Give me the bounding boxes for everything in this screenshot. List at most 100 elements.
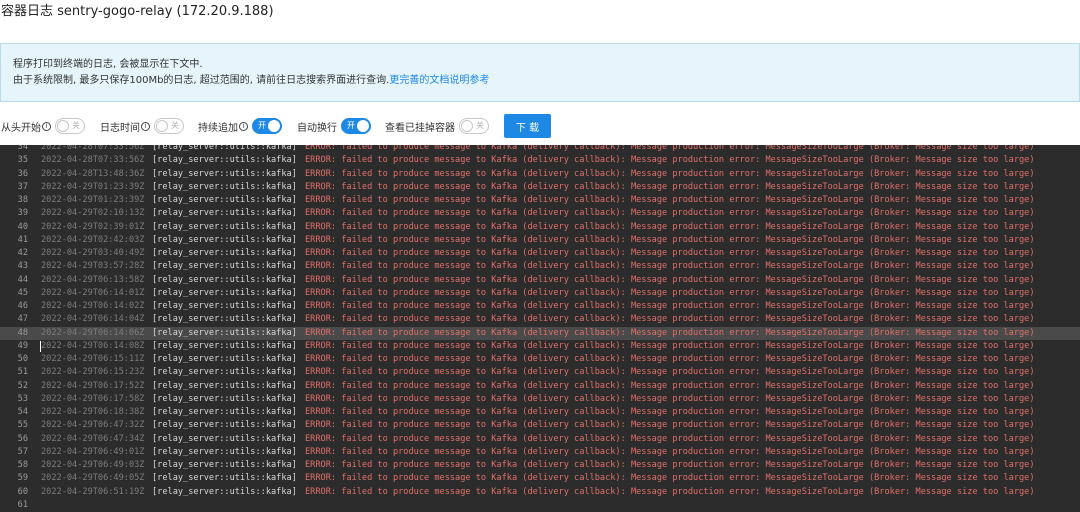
log-message: ERROR: failed to produce message to Kafk… xyxy=(305,433,1035,444)
wrap-toggle[interactable]: 开 xyxy=(341,118,371,134)
log-timestamp: 2022-04-29T06:17:58Z xyxy=(41,393,145,404)
log-line: 59 2022-04-29T06:49:05Z [relay_server::uti… xyxy=(0,472,1080,485)
log-line: 39 2022-04-29T02:10:13Z [relay_server::uti… xyxy=(0,207,1080,220)
line-number: 42 xyxy=(17,248,28,258)
toggle-state-text: 关 xyxy=(171,121,179,130)
from-start-label: 从头开始 xyxy=(1,122,41,134)
log-line: 58 2022-04-29T06:49:03Z [relay_server::uti… xyxy=(0,459,1080,472)
line-number: 40 xyxy=(17,221,28,232)
log-message: ERROR: failed to produce message to Kafk… xyxy=(305,261,1035,272)
log-timestamp: 2022-04-29T06:14:01Z xyxy=(41,287,145,298)
log-timestamp: 2022-04-29T01:23:39Z xyxy=(41,195,145,205)
log-module: [relay_server::utils::kafka] xyxy=(152,473,297,484)
log-timestamp: 2022-04-29T06:51:19Z xyxy=(41,486,145,497)
log-line: 55 2022-04-29T06:47:32Z [relay_server::uti… xyxy=(0,419,1080,432)
log-line: 47 2022-04-29T06:14:04Z [relay_server::uti… xyxy=(0,313,1080,326)
line-number: 47 xyxy=(17,314,28,325)
log-timestamp: 2022-04-28T13:48:36Z xyxy=(41,168,145,179)
log-message: ERROR: failed to produce message to Kafk… xyxy=(305,181,1035,192)
log-line: 34 2022-04-28T07:33:56Z [relay_server::uti… xyxy=(0,145,1080,154)
wrap-label: 自动换行 xyxy=(297,122,337,134)
line-number: 52 xyxy=(17,380,28,391)
toggle-knob xyxy=(357,120,369,132)
toolbar: 从头开始 i 关 日志时间 i 关 持续追加 i 开 自动换行 开 查看已挂掉容… xyxy=(0,114,1080,138)
log-message: ERROR: failed to produce message to Kafk… xyxy=(305,380,1035,391)
log-message: ERROR: failed to produce message to Kafk… xyxy=(305,393,1035,404)
log-panel[interactable]: 34 2022-04-28T07:33:56Z [relay_server::uti… xyxy=(0,145,1080,512)
log-message: ERROR: failed to produce message to Kafk… xyxy=(305,221,1035,232)
log-module: [relay_server::utils::kafka] xyxy=(152,155,297,166)
log-line: 53 2022-04-29T06:17:58Z [relay_server::uti… xyxy=(0,393,1080,406)
log-timestamp: 2022-04-29T06:49:01Z xyxy=(41,446,145,457)
log-timestamp: 2022-04-29T06:14:06Z xyxy=(41,327,145,338)
log-message: ERROR: failed to produce message to Kafk… xyxy=(305,145,1035,152)
log-message: ERROR: failed to produce message to Kafk… xyxy=(305,234,1035,245)
notice-banner: 程序打印到终端的日志, 会被显示在下文中. 由于系统限制, 最多只保存100Mb… xyxy=(0,43,1080,102)
log-message: ERROR: failed to produce message to Kafk… xyxy=(305,327,1035,338)
log-module: [relay_server::utils::kafka] xyxy=(152,327,297,338)
log-line: 60 2022-04-29T06:51:19Z [relay_server::uti… xyxy=(0,486,1080,499)
toggle-knob xyxy=(156,120,168,132)
log-module: [relay_server::utils::kafka] xyxy=(152,301,297,311)
log-message: ERROR: failed to produce message to Kafk… xyxy=(305,486,1035,497)
log-module: [relay_server::utils::kafka] xyxy=(152,181,297,192)
log-module: [relay_server::utils::kafka] xyxy=(152,145,297,152)
log-module: [relay_server::utils::kafka] xyxy=(152,367,297,378)
log-message: ERROR: failed to produce message to Kafk… xyxy=(305,301,1035,311)
line-number: 34 xyxy=(17,145,28,152)
log-timestamp: 2022-04-29T06:15:23Z xyxy=(41,367,145,378)
log-module: [relay_server::utils::kafka] xyxy=(152,168,297,179)
log-module: [relay_server::utils::kafka] xyxy=(152,274,297,285)
log-message: ERROR: failed to produce message to Kafk… xyxy=(305,407,1035,417)
log-message: ERROR: failed to produce message to Kafk… xyxy=(305,168,1035,179)
log-module: [relay_server::utils::kafka] xyxy=(152,460,297,470)
log-module: [relay_server::utils::kafka] xyxy=(152,407,297,417)
log-timestamp: 2022-04-29T06:14:08Z xyxy=(41,340,145,351)
log-module: [relay_server::utils::kafka] xyxy=(152,446,297,457)
wrap-control: 自动换行 开 xyxy=(297,114,371,138)
log-time-control: 日志时间 i 关 xyxy=(100,114,184,138)
log-module: [relay_server::utils::kafka] xyxy=(152,208,297,219)
line-number: 35 xyxy=(17,155,28,166)
log-line: 54 2022-04-29T06:18:38Z [relay_server::uti… xyxy=(0,406,1080,419)
line-number: 55 xyxy=(17,420,28,431)
log-timestamp: 2022-04-29T06:14:04Z xyxy=(41,314,145,325)
log-timestamp: 2022-04-29T06:49:05Z xyxy=(41,473,145,484)
line-number: 49 xyxy=(17,340,28,351)
log-line: 52 2022-04-29T06:17:52Z [relay_server::uti… xyxy=(0,380,1080,393)
toggle-state-text: 开 xyxy=(347,121,355,130)
info-icon[interactable]: i xyxy=(239,121,248,131)
line-number: 44 xyxy=(17,274,28,285)
log-message: ERROR: failed to produce message to Kafk… xyxy=(305,367,1035,378)
log-timestamp: 2022-04-29T06:13:58Z xyxy=(41,274,145,285)
toggle-knob xyxy=(268,120,280,132)
info-icon[interactable]: i xyxy=(141,121,150,131)
line-number: 57 xyxy=(17,446,28,457)
line-number: 46 xyxy=(17,301,28,311)
follow-toggle[interactable]: 开 xyxy=(252,118,282,134)
view-dead-toggle[interactable]: 关 xyxy=(459,118,489,134)
log-line: 61 xyxy=(0,499,1080,512)
line-number: 56 xyxy=(17,433,28,444)
from-start-toggle[interactable]: 关 xyxy=(55,118,85,134)
log-message: ERROR: failed to produce message to Kafk… xyxy=(305,248,1035,258)
log-line: 51 2022-04-29T06:15:23Z [relay_server::uti… xyxy=(0,366,1080,379)
info-icon[interactable]: i xyxy=(42,121,51,131)
log-timestamp: 2022-04-29T03:40:49Z xyxy=(41,248,145,258)
toggle-state-text: 开 xyxy=(258,121,266,130)
download-button[interactable]: 下 载 xyxy=(504,114,551,138)
log-line: 38 2022-04-29T01:23:39Z [relay_server::uti… xyxy=(0,194,1080,207)
log-time-toggle[interactable]: 关 xyxy=(154,118,184,134)
log-module: [relay_server::utils::kafka] xyxy=(152,314,297,325)
log-timestamp: 2022-04-29T06:47:34Z xyxy=(41,433,145,444)
log-message: ERROR: failed to produce message to Kafk… xyxy=(305,460,1035,470)
line-number: 60 xyxy=(17,486,28,497)
line-number: 54 xyxy=(17,407,28,417)
docs-link[interactable]: 更完善的文档说明参考 xyxy=(389,75,489,86)
toggle-state-text: 关 xyxy=(72,121,80,130)
log-message: ERROR: failed to produce message to Kafk… xyxy=(305,473,1035,484)
log-module: [relay_server::utils::kafka] xyxy=(152,354,297,364)
from-start-control: 从头开始 i 关 xyxy=(1,114,85,138)
log-line: 42 2022-04-29T03:40:49Z [relay_server::uti… xyxy=(0,247,1080,260)
log-timestamp: 2022-04-28T07:33:56Z xyxy=(41,145,145,152)
